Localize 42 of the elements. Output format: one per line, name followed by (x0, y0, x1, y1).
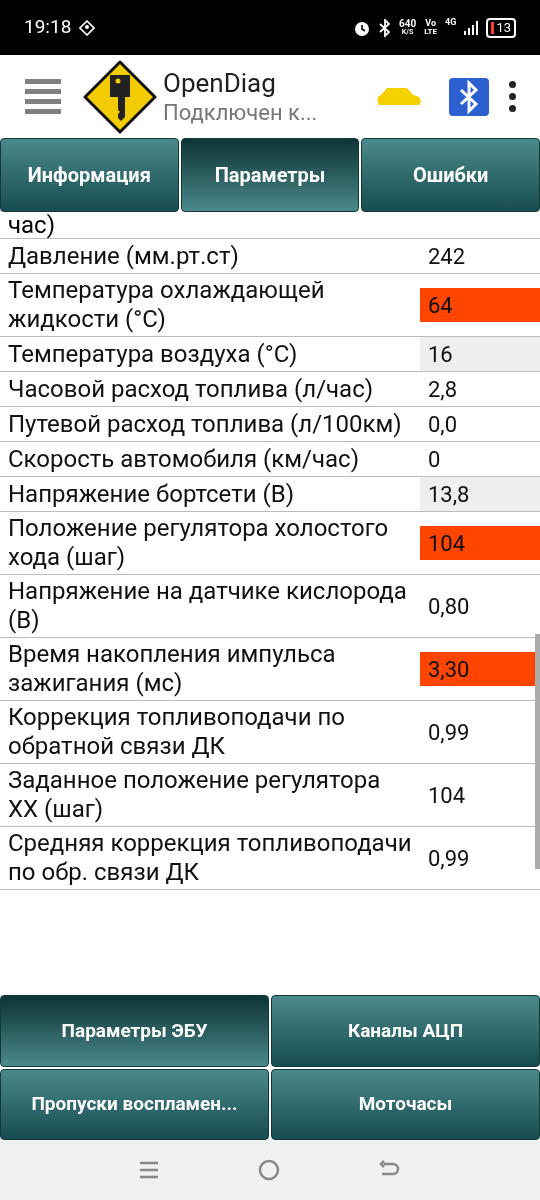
connection-status: Подключен к... (163, 99, 318, 127)
parameter-value: 104 (420, 526, 540, 560)
menu-button[interactable] (25, 79, 61, 114)
parameter-name: час) (7, 212, 57, 238)
bluetooth-adapter-icon[interactable] (449, 77, 489, 116)
parameter-name: Температура охлаждающей жидкости (°С) (7, 275, 326, 335)
volte-label: Vo (425, 19, 436, 28)
tab[interactable]: Параметры (180, 138, 360, 212)
signal-icon (464, 20, 479, 35)
parameter-value: 13,8 (420, 477, 540, 511)
app-title: OpenDiag (163, 66, 277, 99)
parameter-value: 64 (420, 288, 540, 322)
section-button[interactable]: Каналы АЦП (271, 995, 540, 1067)
parameter-name: Путевой расход топлива (л/100км) (7, 408, 403, 440)
parameter-name: Часовой расход топлива (л/час) (7, 373, 375, 405)
parameter-name: Температура воздуха (°С) (7, 338, 299, 370)
parameter-name: Напряжение бортсети (В) (7, 478, 296, 510)
location-icon (79, 19, 96, 36)
section-button[interactable]: Моточасы (271, 1068, 540, 1140)
more-options-button[interactable] (509, 81, 516, 112)
parameter-name: Заданное положение регулятора ХХ (шаг) (7, 765, 382, 825)
parameter-name: Коррекция топливоподачи по обратной связи ДК (7, 702, 346, 762)
tab[interactable]: Ошибки (361, 138, 540, 212)
parameter-name: Средняя коррекция топливоподачи по обр. связи ДК (7, 828, 413, 888)
battery-indicator: 13 (486, 17, 516, 38)
recent-apps-icon[interactable] (139, 1160, 160, 1180)
section-button[interactable]: Пропуски воспламен... (0, 1068, 269, 1140)
parameter-name: Положение регулятора холостого хода (шаг) (7, 513, 390, 573)
parameter-name: Напряжение на датчике кислорода (В) (7, 576, 408, 636)
bluetooth-icon (378, 18, 391, 37)
parameter-name: Давление (мм.рт.ст) (7, 240, 240, 272)
network-speed: 640 (398, 19, 417, 29)
network-type: 4G (445, 16, 457, 29)
parameter-value: 16 (420, 337, 540, 371)
parameter-name: Скорость автомобиля (км/час) (7, 443, 360, 475)
parameter-name: Время накопления импульса зажигания (мс) (7, 639, 337, 699)
section-button[interactable]: Параметры ЭБУ (0, 995, 269, 1067)
status-time: 19:18 (24, 14, 72, 41)
key-logo-icon (83, 59, 157, 134)
home-icon[interactable] (258, 1159, 280, 1181)
volte-label: LTE (424, 28, 438, 36)
tab[interactable]: Информация (0, 138, 179, 212)
